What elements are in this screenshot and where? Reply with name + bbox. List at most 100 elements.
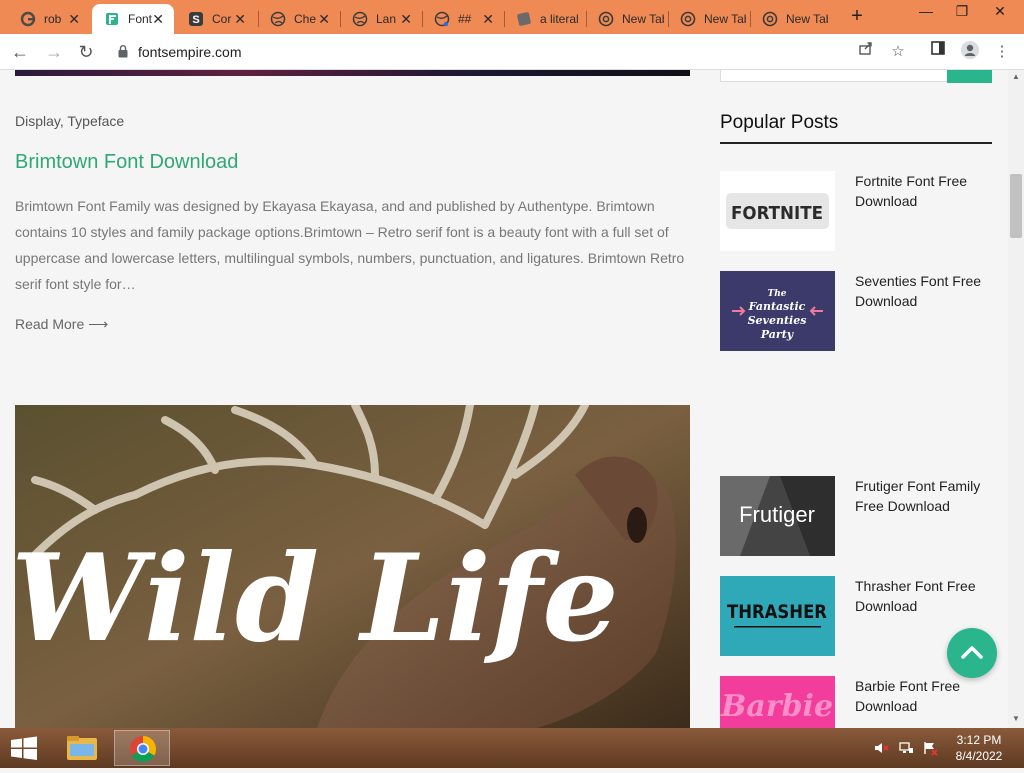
fontsempire-icon — [104, 11, 120, 27]
thumb-text: FORTNITE — [731, 203, 823, 224]
read-more-label: Read More — [15, 316, 85, 332]
popular-post-title-link[interactable]: Frutiger Font Family Free Download — [855, 476, 995, 516]
chrome-icon — [762, 11, 778, 27]
tab-2[interactable]: S Cor ✕ — [176, 4, 256, 34]
tab-label: Che — [294, 12, 317, 26]
popular-post-item[interactable]: Barbie Barbie Font Free Download — [720, 676, 992, 728]
popular-post-thumbnail[interactable]: Frutiger — [720, 476, 835, 556]
sidebar-search-input[interactable] — [720, 70, 948, 82]
close-icon[interactable]: ✕ — [318, 11, 330, 27]
scrollbar-thumb[interactable] — [1010, 174, 1022, 238]
windows-start-button[interactable] — [0, 728, 48, 768]
globe-icon — [434, 11, 450, 27]
popular-post-title-link[interactable]: Fortnite Font Free Download — [855, 171, 995, 211]
tab-9[interactable]: New Tab — [750, 4, 832, 34]
svg-text:Seventies: Seventies — [748, 314, 807, 327]
windows-taskbar: 3:12 PM 8/4/2022 — [0, 728, 1024, 768]
chrome-icon — [680, 11, 696, 27]
speaker-muted-icon[interactable] — [873, 740, 889, 756]
minimize-icon[interactable]: — — [908, 0, 944, 24]
tab-label: Cor — [212, 12, 232, 26]
side-panel-icon[interactable] — [926, 40, 950, 64]
tab-label: New Tab — [704, 12, 746, 26]
previous-post-image — [15, 70, 690, 76]
close-icon[interactable]: ✕ — [68, 11, 80, 27]
svg-text:S: S — [192, 14, 199, 26]
chevron-up-icon — [961, 646, 983, 659]
tab-label: Lan — [376, 12, 397, 26]
tab-1[interactable]: Font ✕ — [92, 4, 174, 34]
google-icon — [20, 11, 36, 27]
thumb-text: THRASHER — [727, 601, 827, 623]
popular-post-item[interactable]: FORTNITE Fortnite Font Free Download — [720, 171, 992, 251]
popular-post-title-link[interactable]: Seventies Font Free Download — [855, 271, 995, 311]
tab-4[interactable]: Lan ✕ — [340, 4, 422, 34]
tab-label: ## — [458, 12, 472, 26]
popular-post-thumbnail[interactable]: The Fantastic Seventies Party — [720, 271, 835, 351]
bookmark-star-icon[interactable]: ☆ — [886, 40, 910, 64]
wild-life-image-text: Wild Life — [15, 528, 619, 669]
tab-3[interactable]: Che ✕ — [258, 4, 340, 34]
restore-icon[interactable]: ❐ — [944, 0, 980, 24]
close-icon[interactable]: ✕ — [234, 11, 246, 27]
system-clock[interactable]: 3:12 PM 8/4/2022 — [948, 732, 1010, 764]
new-tab-button[interactable]: + — [845, 6, 869, 28]
popular-posts-divider — [720, 142, 992, 144]
tab-7[interactable]: New Tab — [586, 4, 668, 34]
close-icon[interactable]: ✕ — [482, 11, 494, 27]
post-categories[interactable]: Display, Typeface — [15, 113, 124, 129]
browser-toolbar: ← → ↻ fontsempire.com ☆ ⋮ — [0, 34, 1024, 70]
tab-label: New Tab — [622, 12, 664, 26]
profile-avatar-icon[interactable] — [958, 40, 982, 64]
post-title-link[interactable]: Brimtown Font Download — [15, 151, 238, 174]
popular-post-thumbnail[interactable]: FORTNITE — [720, 171, 835, 251]
window-close-icon[interactable]: ✕ — [982, 0, 1018, 24]
share-icon[interactable] — [854, 40, 878, 64]
arrow-right-icon: ⟶ — [88, 316, 109, 332]
close-icon[interactable]: ✕ — [400, 11, 412, 27]
popular-post-title-link[interactable]: Thrasher Font Free Download — [855, 576, 995, 616]
lock-icon — [118, 45, 128, 58]
close-icon[interactable]: ✕ — [152, 11, 164, 27]
reload-icon[interactable]: ↻ — [74, 40, 98, 64]
chrome-taskbar-icon[interactable] — [114, 730, 170, 766]
page-scrollbar[interactable]: ▲ ▼ — [1008, 70, 1024, 728]
post-excerpt: Brimtown Font Family was designed by Eka… — [15, 198, 685, 292]
address-bar[interactable]: fontsempire.com — [108, 39, 844, 65]
popular-posts-heading: Popular Posts — [720, 112, 839, 133]
wild-life-featured-image[interactable]: Wild Life — [15, 405, 690, 728]
tab-label: a literal — [540, 12, 579, 26]
forward-icon[interactable]: → — [42, 40, 66, 64]
globe-icon — [270, 11, 286, 27]
page-icon — [516, 11, 532, 27]
clock-date: 8/4/2022 — [955, 749, 1003, 763]
tab-0[interactable]: rob ✕ — [8, 4, 90, 34]
globe-icon — [352, 11, 368, 27]
tab-8[interactable]: New Tab — [668, 4, 750, 34]
menu-kebab-icon[interactable]: ⋮ — [990, 40, 1014, 64]
popular-post-thumbnail[interactable]: Barbie — [720, 676, 835, 728]
popular-post-thumbnail[interactable]: THRASHER — [720, 576, 835, 656]
tab-label: Font — [128, 12, 152, 26]
network-icon[interactable] — [898, 740, 914, 756]
s-icon: S — [188, 11, 204, 27]
tab-6[interactable]: a literal — [504, 4, 586, 34]
clock-time: 3:12 PM — [956, 733, 1002, 747]
tab-5[interactable]: ## ✕ — [422, 4, 504, 34]
popular-post-item[interactable]: Frutiger Frutiger Font Family Free Downl… — [720, 476, 992, 556]
file-explorer-icon[interactable] — [54, 730, 110, 766]
action-center-flag-icon[interactable] — [922, 740, 938, 756]
chrome-icon — [598, 11, 614, 27]
sidebar-search-button[interactable] — [947, 70, 992, 83]
back-to-top-button[interactable] — [947, 628, 997, 678]
read-more-link[interactable]: Read More ⟶ — [15, 316, 108, 333]
scroll-up-arrow-icon[interactable]: ▲ — [1008, 70, 1024, 84]
scroll-down-arrow-icon[interactable]: ▼ — [1008, 712, 1024, 726]
thumb-text: Barbie — [720, 689, 833, 724]
popular-post-title-link[interactable]: Barbie Font Free Download — [855, 676, 995, 716]
popular-post-item[interactable]: The Fantastic Seventies Party Seventies … — [720, 271, 992, 351]
svg-text:Party: Party — [760, 328, 795, 341]
page-viewport: Display, Typeface Brimtown Font Download… — [0, 70, 1024, 728]
tab-label: New Tab — [786, 12, 828, 26]
back-icon[interactable]: ← — [8, 40, 32, 64]
